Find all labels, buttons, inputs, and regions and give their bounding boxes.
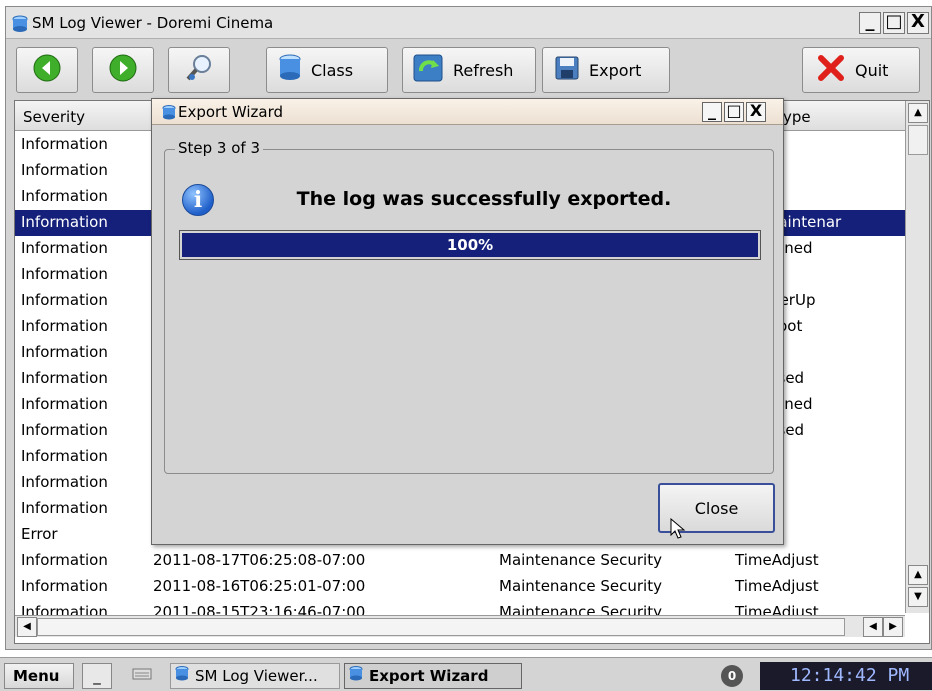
- cell-severity: Error: [21, 525, 58, 543]
- cell-severity: Information: [21, 551, 108, 569]
- cylinder-icon: [279, 54, 301, 86]
- dialog-maximize-button[interactable]: □: [724, 102, 744, 122]
- main-titlebar[interactable]: SM Log Viewer - Doremi Cinema _ □ X: [6, 7, 931, 39]
- column-type[interactable]: ype: [783, 108, 811, 126]
- horizontal-scroll-thumb[interactable]: [37, 618, 845, 636]
- cell-type: TimeAdjust: [735, 577, 819, 595]
- app-cylinder-icon: [12, 15, 28, 37]
- task2-label: Export Wizard: [369, 667, 489, 685]
- forward-button[interactable]: [92, 47, 154, 93]
- cell-severity: Information: [21, 317, 108, 335]
- floppy-disk-icon: [555, 56, 579, 84]
- maximize-button[interactable]: □: [883, 12, 905, 34]
- refresh-icon: [413, 54, 443, 86]
- keyboard-icon: [132, 667, 152, 685]
- progress-text: 100%: [446, 236, 494, 254]
- dialog-titlebar[interactable]: Export Wizard _ □ X: [152, 99, 783, 125]
- success-message: The log was successfully exported.: [296, 188, 672, 210]
- cell-severity: Information: [21, 239, 108, 257]
- badge-count: 0: [721, 665, 743, 687]
- dialog-close-x-button[interactable]: X: [746, 102, 766, 122]
- cell-severity: Information: [21, 499, 108, 517]
- app-cylinder-icon: [162, 105, 176, 125]
- menu-label: Menu: [13, 667, 60, 685]
- quit-button[interactable]: Quit: [802, 47, 920, 93]
- quit-label: Quit: [855, 60, 889, 80]
- cell-severity: Information: [21, 291, 108, 309]
- cell-severity: Information: [21, 447, 108, 465]
- progress-bar: 100%: [179, 230, 761, 260]
- taskbar: Menu _ SM Log Viewer... Export Wizard 0 …: [0, 657, 932, 691]
- scroll-left-button[interactable]: ◀: [17, 617, 37, 637]
- mouse-cursor-icon: [670, 517, 686, 544]
- clock-time: 12:14:42 PM: [790, 665, 910, 686]
- scroll-left-button-right[interactable]: ◀: [863, 617, 883, 637]
- cell-severity: Information: [21, 161, 108, 179]
- refresh-label: Refresh: [453, 60, 514, 80]
- keyboard-tray[interactable]: [122, 663, 162, 689]
- toolbar: Class Refresh Export Quit: [6, 40, 931, 100]
- cell-class: Maintenance Security: [499, 577, 662, 595]
- dialog-title: Export Wizard: [178, 103, 284, 121]
- cell-severity: Information: [21, 395, 108, 413]
- cell-time: 2011-08-16T06:25:01-07:00: [153, 577, 366, 595]
- table-row[interactable]: Information 2011-08-17T06:25:08-07:00 Main…: [15, 548, 929, 574]
- show-desktop-button[interactable]: _: [82, 663, 112, 689]
- vertical-scrollbar[interactable]: ▲ ▲ ▼: [905, 101, 929, 613]
- window-title: SM Log Viewer - Doremi Cinema: [32, 14, 274, 32]
- cell-time: 2011-08-17T06:25:08-07:00: [153, 551, 366, 569]
- column-severity[interactable]: Severity: [23, 108, 85, 126]
- export-wizard-dialog: Export Wizard _ □ X Step 3 of 3 i The lo…: [151, 98, 784, 545]
- cell-severity: Information: [21, 421, 108, 439]
- step-label: Step 3 of 3: [175, 139, 264, 157]
- search-button[interactable]: [168, 47, 230, 93]
- task1-label: SM Log Viewer...: [195, 667, 318, 685]
- horizontal-scrollbar[interactable]: ◀ ◀ ▶: [15, 615, 905, 637]
- dialog-minimize-button[interactable]: _: [702, 102, 722, 122]
- step-group: Step 3 of 3 i The log was successfully e…: [164, 139, 774, 474]
- close-label: Close: [694, 498, 739, 518]
- red-x-icon: [817, 54, 845, 86]
- start-menu-button[interactable]: Menu: [4, 663, 74, 689]
- app-cylinder-icon: [349, 666, 363, 686]
- app-cylinder-icon: [175, 666, 189, 686]
- export-button[interactable]: Export: [542, 47, 670, 93]
- scroll-up-button-lower[interactable]: ▲: [908, 565, 928, 585]
- cell-severity: Information: [21, 213, 108, 231]
- magnifier-icon: [184, 53, 214, 87]
- cell-severity: Information: [21, 577, 108, 595]
- notification-badge[interactable]: 0: [720, 663, 744, 689]
- refresh-button[interactable]: Refresh: [402, 47, 536, 93]
- cell-type: TimeAdjust: [735, 551, 819, 569]
- cell-severity: Information: [21, 369, 108, 387]
- cell-class: Maintenance Security: [499, 551, 662, 569]
- clock: 12:14:42 PM: [760, 662, 932, 690]
- arrow-left-icon: [32, 53, 62, 87]
- export-label: Export: [589, 60, 642, 80]
- cell-severity: Information: [21, 265, 108, 283]
- cell-severity: Information: [21, 135, 108, 153]
- cell-severity: Information: [21, 343, 108, 361]
- class-label: Class: [311, 60, 354, 80]
- taskbar-item-export-wizard[interactable]: Export Wizard: [344, 663, 522, 689]
- vertical-scroll-thumb[interactable]: [908, 125, 928, 155]
- arrow-right-icon: [108, 53, 138, 87]
- back-button[interactable]: [16, 47, 78, 93]
- scroll-down-button[interactable]: ▼: [908, 587, 928, 607]
- close-window-button[interactable]: X: [907, 12, 929, 34]
- table-row[interactable]: Information 2011-08-16T06:25:01-07:00 Main…: [15, 574, 929, 600]
- taskbar-item-log-viewer[interactable]: SM Log Viewer...: [170, 663, 340, 689]
- scroll-up-button[interactable]: ▲: [908, 103, 928, 123]
- cell-severity: Information: [21, 473, 108, 491]
- scroll-right-button[interactable]: ▶: [883, 617, 903, 637]
- cell-severity: Information: [21, 187, 108, 205]
- minimize-button[interactable]: _: [859, 12, 881, 34]
- class-button[interactable]: Class: [266, 47, 388, 93]
- minimize-all-icon: _: [93, 667, 101, 685]
